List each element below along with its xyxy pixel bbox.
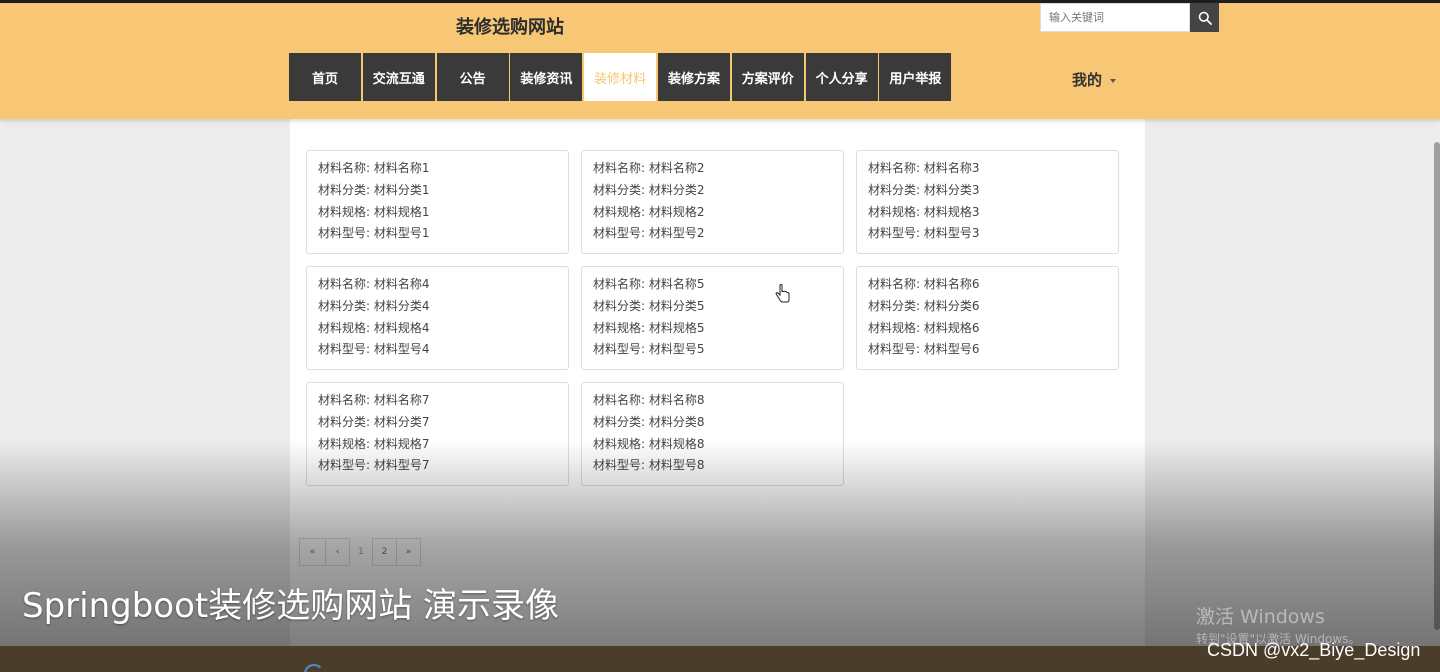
user-menu-label: 我的 [1072,71,1103,89]
material-card-line: 材料分类: 材料分类1 [318,182,430,197]
material-card-line: 材料分类: 材料分类3 [868,182,980,197]
material-card-line: 材料型号: 材料型号2 [593,226,705,241]
material-card-line: 材料型号: 材料型号8 [593,458,705,473]
material-card-line: 材料规格: 材料规格7 [318,436,430,451]
material-card-line: 材料规格: 材料规格2 [593,204,705,219]
search-button[interactable] [1190,3,1219,32]
nav-item-7[interactable]: 个人分享 [805,53,878,101]
material-card-line: 材料名称: 材料名称8 [593,393,705,407]
material-card-line: 材料规格: 材料规格4 [318,320,430,335]
material-card-line: 材料分类: 材料分类7 [318,414,430,429]
nav-item-5[interactable]: 装修方案 [657,53,730,101]
material-card[interactable]: 材料名称: 材料名称2 材料分类: 材料分类2 材料规格: 材料规格2 材料型号: 材… [581,150,844,254]
material-card-line: 材料名称: 材料名称3 [868,161,980,175]
material-card-line: 材料型号: 材料型号3 [868,226,980,241]
material-card-line: 材料规格: 材料规格8 [593,436,705,451]
material-card-line: 材料名称: 材料名称5 [593,277,705,291]
material-card-line: 材料型号: 材料型号1 [318,226,430,241]
search-bar [1040,3,1219,32]
material-card[interactable]: 材料名称: 材料名称3 材料分类: 材料分类3 材料规格: 材料规格3 材料型号: 材… [856,150,1119,254]
site-header: 装修选购网站 首页交流互通公告装修资讯装修材料装修方案方案评价个人分享用户举报 … [0,0,1440,119]
material-card-line: 材料型号: 材料型号5 [593,342,705,357]
material-card-line: 材料分类: 材料分类2 [593,182,705,197]
material-card-line: 材料名称: 材料名称4 [318,277,430,291]
material-card-line: 材料名称: 材料名称2 [593,161,705,175]
last-page-button[interactable]: » [396,538,421,566]
caret-down-icon [1110,78,1117,83]
pagination: « ‹ 1 2 » [299,538,421,566]
material-card-line: 材料规格: 材料规格1 [318,204,430,219]
material-card-line: 材料规格: 材料规格3 [868,204,980,219]
page-1-button[interactable]: 1 [349,538,373,566]
nav-item-1[interactable]: 交流互通 [362,53,435,101]
material-card[interactable]: 材料名称: 材料名称7 材料分类: 材料分类7 材料规格: 材料规格7 材料型号: 材… [306,382,569,486]
nav-item-8[interactable]: 用户举报 [879,53,952,101]
material-card[interactable]: 材料名称: 材料名称1 材料分类: 材料分类1 材料规格: 材料规格1 材料型号: 材… [306,150,569,254]
material-card-line: 材料名称: 材料名称6 [868,277,980,291]
material-card[interactable]: 材料名称: 材料名称8 材料分类: 材料分类8 材料规格: 材料规格8 材料型号: 材… [581,382,844,486]
material-card-line: 材料分类: 材料分类6 [868,298,980,313]
nav-item-3[interactable]: 装修资讯 [510,53,583,101]
page-scrollbar[interactable] [1434,142,1440,630]
material-card[interactable]: 材料名称: 材料名称6 材料分类: 材料分类6 材料规格: 材料规格6 材料型号: 材… [856,266,1119,370]
material-card-line: 材料型号: 材料型号4 [318,342,430,357]
material-card-line: 材料名称: 材料名称1 [318,161,430,175]
material-card[interactable]: 材料名称: 材料名称5 材料分类: 材料分类5 材料规格: 材料规格5 材料型号: 材… [581,266,844,370]
material-card-line: 材料分类: 材料分类4 [318,298,430,313]
material-card-line: 材料规格: 材料规格5 [593,320,705,335]
hand-cursor-icon [775,284,790,303]
nav-item-6[interactable]: 方案评价 [731,53,804,101]
windows-activate-text: 激活 Windows [1196,606,1325,628]
user-menu[interactable]: 我的 [1072,69,1117,90]
page-2-button[interactable]: 2 [372,538,397,566]
material-card-line: 材料名称: 材料名称7 [318,393,430,407]
nav-item-0[interactable]: 首页 [289,53,361,101]
material-card-line: 材料规格: 材料规格6 [868,320,980,335]
first-page-button[interactable]: « [299,538,326,566]
material-card-line: 材料分类: 材料分类8 [593,414,705,429]
video-title: Springboot装修选购网站 演示录像 [22,586,560,626]
search-input[interactable] [1040,3,1190,32]
material-card-line: 材料型号: 材料型号7 [318,458,430,473]
site-title: 装修选购网站 [456,17,564,38]
main-nav: 首页 交流互通 公告 装修资讯 装修材料 装修方案 方案评价 个人分享 用户举报 [289,53,953,101]
search-icon [1198,11,1212,25]
csdn-credit: CSDN @vx2_Biye_Design [1207,640,1421,660]
material-card-line: 材料分类: 材料分类5 [593,298,705,313]
material-card[interactable]: 材料名称: 材料名称4 材料分类: 材料分类4 材料规格: 材料规格4 材料型号: 材… [306,266,569,370]
prev-page-button[interactable]: ‹ [325,538,350,566]
nav-item-4[interactable]: 装修材料 [584,53,657,101]
material-card-line: 材料型号: 材料型号6 [868,342,980,357]
nav-item-2[interactable]: 公告 [436,53,509,101]
